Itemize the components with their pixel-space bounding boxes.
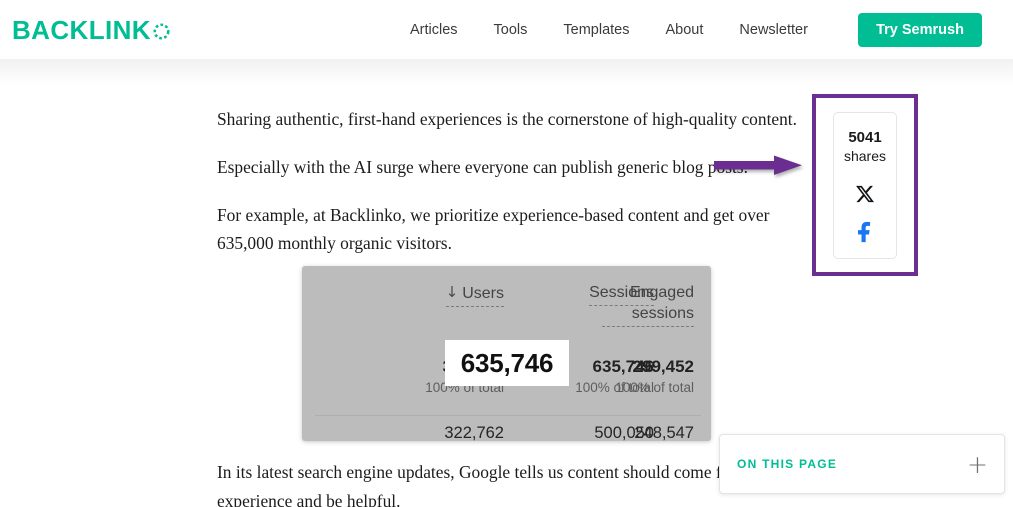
column-header-engaged-sessions[interactable]: Engaged sessions [602,282,694,327]
table-header-row: ↓Users Sessions Engaged sessions [302,282,711,344]
share-widget-annotation-box: 5041 shares [812,94,918,276]
main-navigation: Articles Tools Templates About Newslette… [410,0,808,59]
arrow-down-icon: ↓ [446,283,459,301]
share-count: 5041 [848,129,881,147]
engaged-total-sub: 100% of total [602,378,694,398]
share-label: shares [844,147,886,166]
site-header: BACKLINK Articles Tools Templates About … [0,0,1013,59]
paragraph-2: Especially with the AI surge where every… [217,153,797,181]
paragraph-3: For example, at Backlinko, we prioritize… [217,201,797,257]
highlight-callout-value: 635,746 [461,348,554,379]
engaged-row-value: 248,547 [602,421,694,441]
engaged-total-value: 299,452 [602,356,694,378]
nav-item-tools[interactable]: Tools [494,22,528,38]
paragraph-4: In its latest search engine updates, Goo… [217,458,797,507]
page-root: BACKLINK Articles Tools Templates About … [0,0,1013,507]
x-twitter-icon[interactable] [855,184,875,204]
table-row-divider [315,415,701,416]
on-this-page-widget[interactable]: ON THIS PAGE + [719,434,1005,494]
column-header-engaged-sessions-label: Engaged sessions [602,282,694,327]
paragraph-1: Sharing authentic, first-hand experience… [217,105,797,133]
share-widget: 5041 shares [833,112,897,259]
nav-item-templates[interactable]: Templates [563,22,629,38]
nav-item-newsletter[interactable]: Newsletter [739,22,808,38]
logo-dashed-circle-icon [152,22,171,41]
try-semrush-button[interactable]: Try Semrush [858,13,982,47]
highlight-callout-sessions: 635,746 [445,340,569,386]
plus-expand-icon[interactable]: + [967,452,988,477]
column-header-users[interactable]: ↓Users [324,282,504,307]
nav-item-articles[interactable]: Articles [410,22,458,38]
on-this-page-title: ON THIS PAGE [737,457,837,471]
table-data-row: 322,762 500,050 248,547 [302,421,711,441]
article-body: Sharing authentic, first-hand experience… [217,105,797,257]
site-logo[interactable]: BACKLINK [12,16,171,44]
header-shadow [0,59,1013,85]
users-row-value: 322,762 [324,421,504,441]
purple-arrow-annotation-icon [712,150,808,182]
logo-wordmark: BACKLINK [12,17,151,43]
facebook-icon[interactable] [854,221,876,243]
nav-item-about[interactable]: About [666,22,704,38]
